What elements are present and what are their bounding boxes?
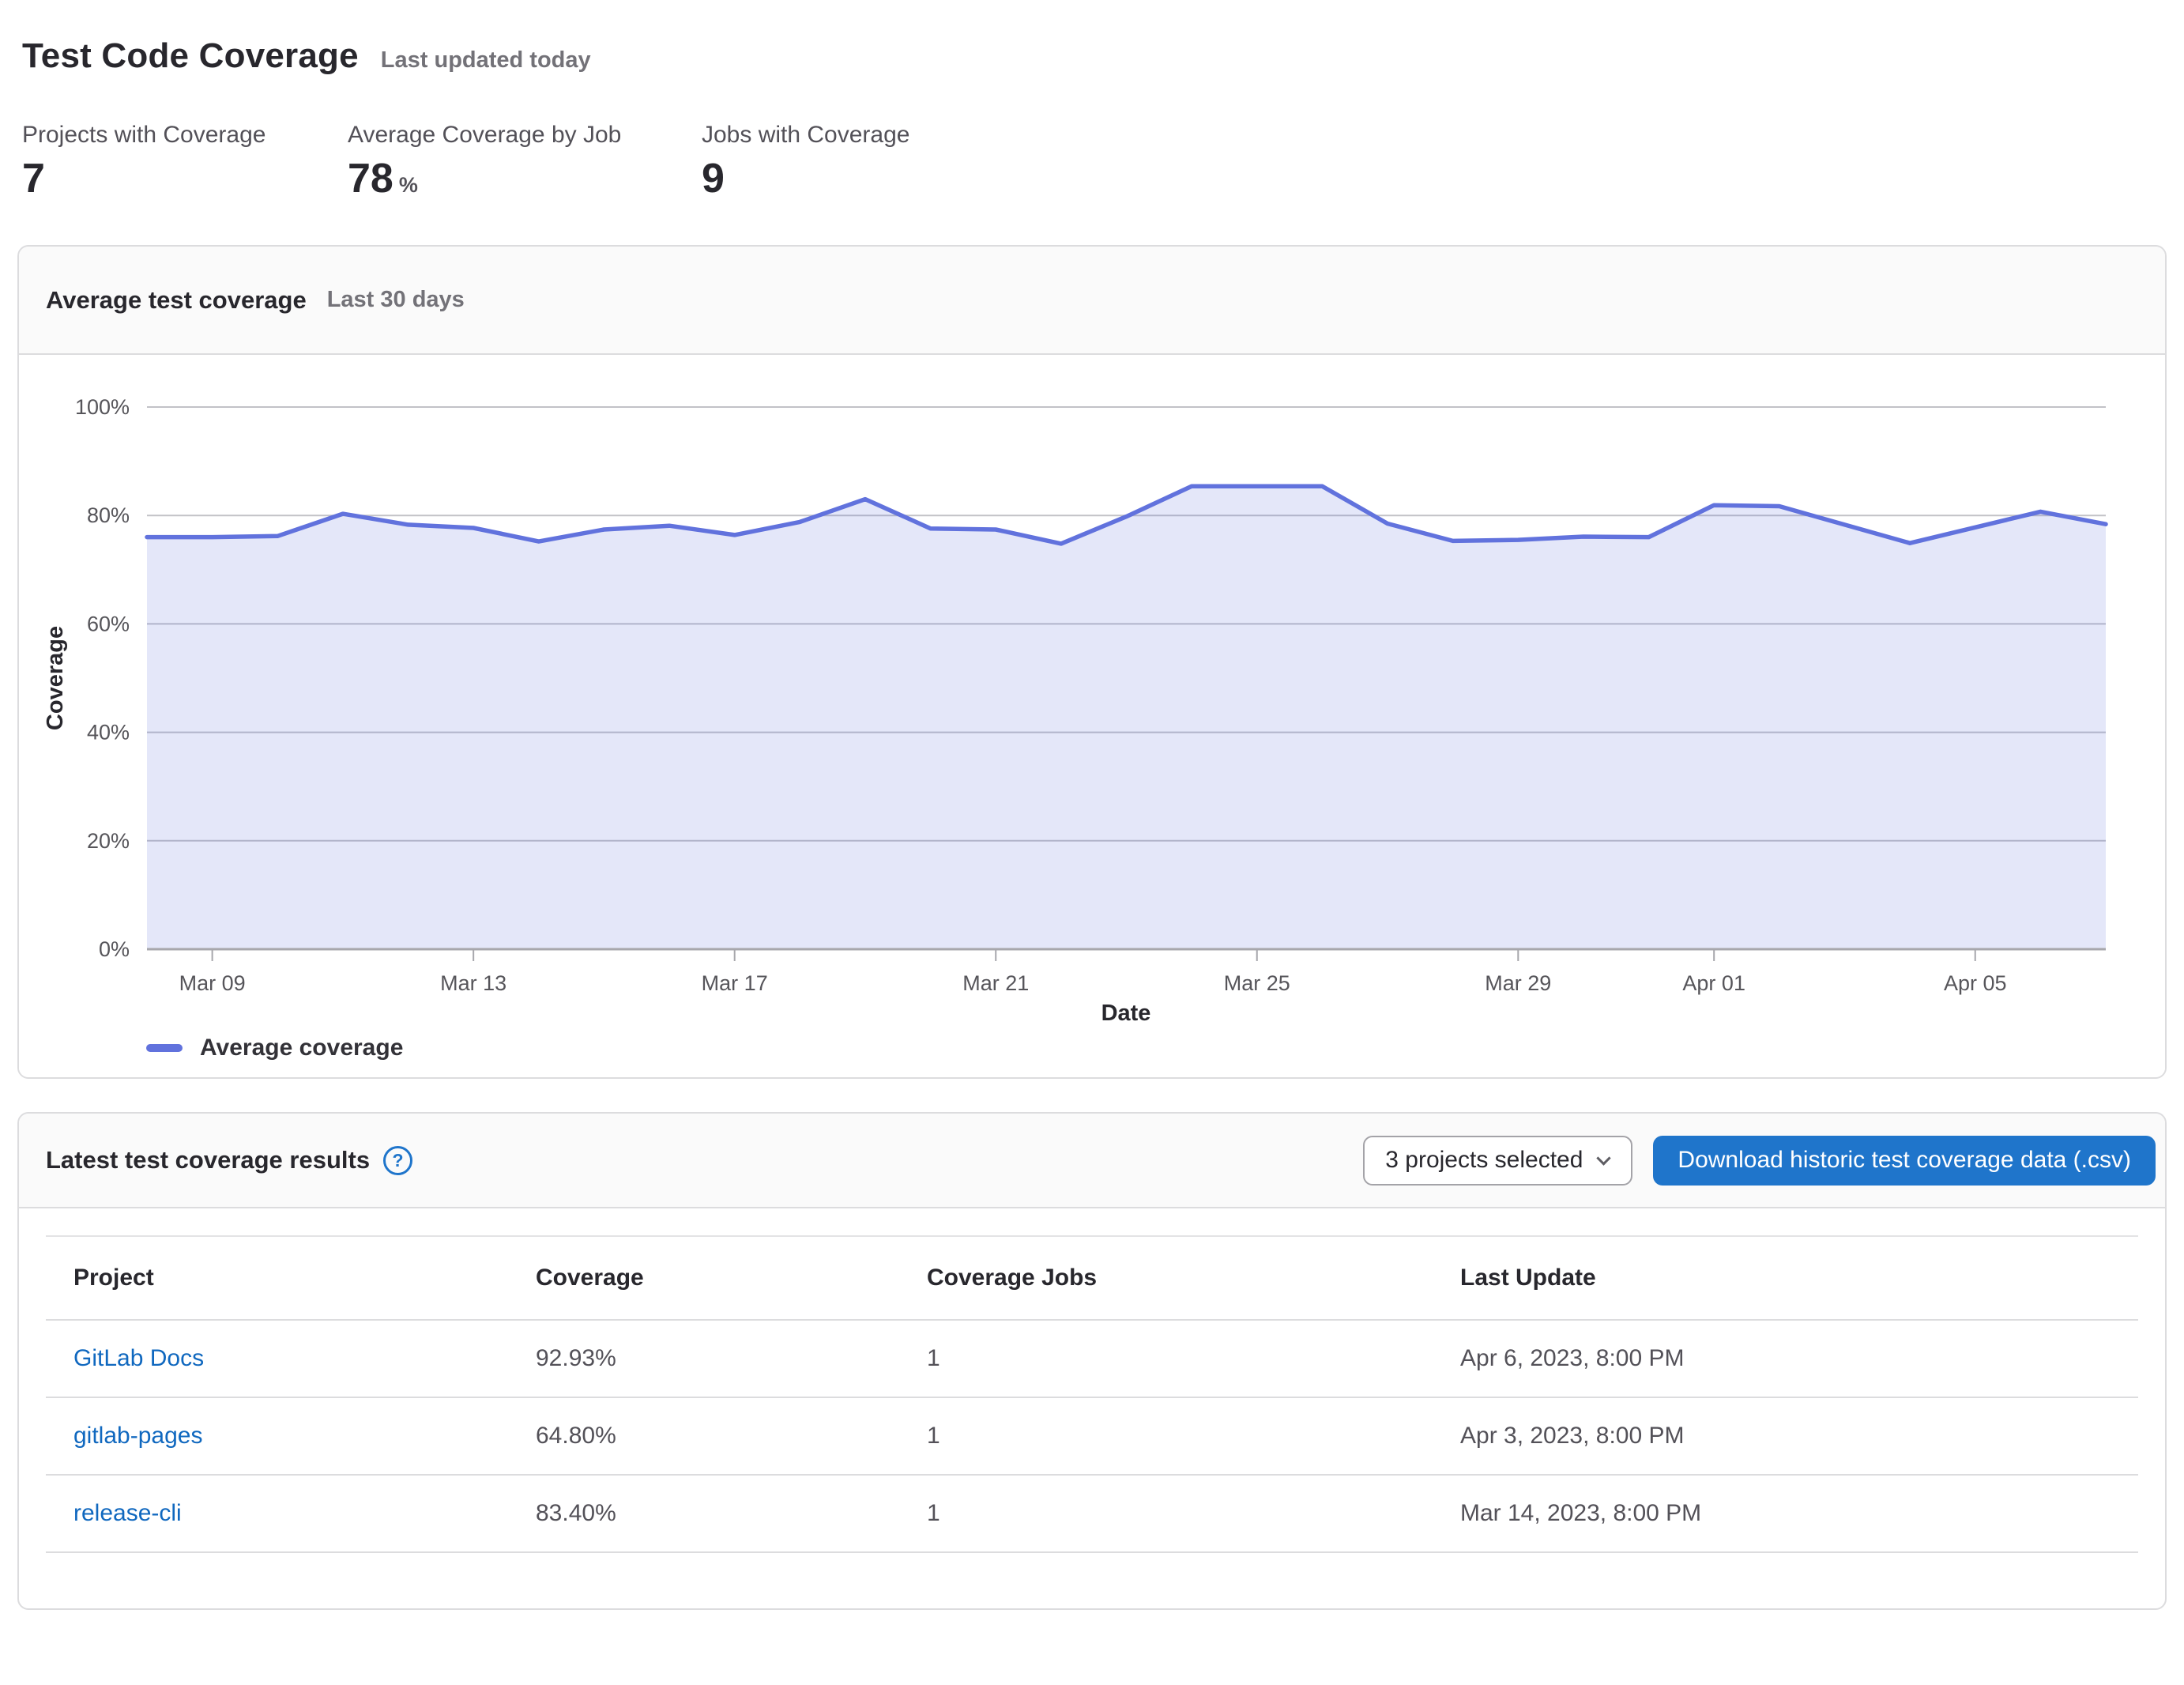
metric-value: 78 bbox=[348, 156, 393, 201]
x-tick-label: Mar 17 bbox=[702, 971, 768, 995]
average-test-coverage-card: Average test coverage Last 30 days 0% 20%… bbox=[17, 245, 2167, 1079]
cell-last-update: Apr 6, 2023, 8:00 PM bbox=[1433, 1320, 2138, 1397]
metric-jobs-with-coverage: Jobs with Coverage 9 bbox=[702, 122, 1027, 201]
x-tick-label: Mar 21 bbox=[962, 971, 1029, 995]
cell-coverage-jobs: 1 bbox=[899, 1397, 1433, 1475]
results-card-title: Latest test coverage results bbox=[46, 1146, 370, 1174]
x-tick-label: Mar 29 bbox=[1485, 971, 1551, 995]
chevron-down-icon bbox=[1597, 1151, 1611, 1165]
metric-projects-with-coverage: Projects with Coverage 7 bbox=[22, 122, 348, 201]
last-updated-text: Last updated today bbox=[381, 47, 591, 74]
metric-unit: % bbox=[399, 173, 418, 198]
y-tick-label: 60% bbox=[87, 612, 130, 635]
legend-line-swatch bbox=[146, 1044, 183, 1052]
y-tick-label: 40% bbox=[87, 721, 130, 744]
table-row: gitlab-pages 64.80%1Apr 3, 2023, 8:00 PM bbox=[46, 1397, 2138, 1475]
legend-label: Average coverage bbox=[200, 1035, 403, 1061]
x-axis-title: Date bbox=[1101, 1001, 1151, 1026]
metric-average-coverage-by-job: Average Coverage by Job 78 % bbox=[348, 122, 702, 201]
projects-filter-label: 3 projects selected bbox=[1385, 1147, 1583, 1174]
x-tick-label: Mar 25 bbox=[1224, 971, 1290, 995]
y-tick-label: 80% bbox=[87, 503, 130, 527]
cell-last-update: Apr 3, 2023, 8:00 PM bbox=[1433, 1397, 2138, 1475]
metric-value: 9 bbox=[702, 156, 725, 201]
x-tick-label: Apr 01 bbox=[1682, 971, 1745, 995]
column-header-last-update: Last Update bbox=[1433, 1236, 2138, 1320]
metrics-row: Projects with Coverage 7 Average Coverag… bbox=[22, 122, 2167, 201]
table-header-row: Project Coverage Coverage Jobs Last Upda… bbox=[46, 1236, 2138, 1320]
y-axis-title: Coverage bbox=[43, 626, 68, 730]
cell-last-update: Mar 14, 2023, 8:00 PM bbox=[1433, 1475, 2138, 1552]
x-tick-label: Apr 05 bbox=[1944, 971, 2007, 995]
cell-coverage-jobs: 1 bbox=[899, 1320, 1433, 1397]
chart-legend-item[interactable]: Average coverage bbox=[146, 1030, 2165, 1066]
column-header-coverage: Coverage bbox=[508, 1236, 899, 1320]
table-row: release-cli 83.40%1Mar 14, 2023, 8:00 PM bbox=[46, 1475, 2138, 1552]
results-table-wrap: Project Coverage Coverage Jobs Last Upda… bbox=[19, 1208, 2165, 1608]
table-row: GitLab Docs 92.93%1Apr 6, 2023, 8:00 PM bbox=[46, 1320, 2138, 1397]
coverage-area-chart: 0% 20% 40% 60% 80% 100% Mar 09 Mar 13 Mar 17 Mar… bbox=[19, 355, 2167, 1028]
y-tick-label: 20% bbox=[87, 829, 130, 853]
project-link[interactable]: release-cli bbox=[73, 1500, 182, 1526]
x-tick-label: Mar 13 bbox=[440, 971, 506, 995]
y-tick-label: 100% bbox=[75, 395, 130, 419]
project-link[interactable]: gitlab-pages bbox=[73, 1423, 202, 1449]
download-csv-button[interactable]: Download historic test coverage data (.c… bbox=[1653, 1136, 2156, 1186]
chart-card-period: Last 30 days bbox=[327, 287, 465, 313]
projects-filter-dropdown[interactable]: 3 projects selected bbox=[1363, 1136, 1632, 1186]
chart-body: 0% 20% 40% 60% 80% 100% Mar 09 Mar 13 Mar 17 Mar… bbox=[19, 355, 2165, 1077]
results-card-header: Latest test coverage results ? 3 project… bbox=[19, 1114, 2165, 1208]
metric-label: Jobs with Coverage bbox=[702, 122, 1027, 149]
x-tick-label: Mar 09 bbox=[179, 971, 246, 995]
page-header: Test Code Coverage Last updated today bbox=[22, 36, 2167, 76]
cell-coverage: 83.40% bbox=[508, 1475, 899, 1552]
chart-card-header: Average test coverage Last 30 days bbox=[19, 247, 2165, 355]
cell-coverage: 92.93% bbox=[508, 1320, 899, 1397]
column-header-coverage-jobs: Coverage Jobs bbox=[899, 1236, 1433, 1320]
cell-project: release-cli bbox=[46, 1475, 508, 1552]
cell-project: GitLab Docs bbox=[46, 1320, 508, 1397]
project-link[interactable]: GitLab Docs bbox=[73, 1345, 204, 1371]
chart-card-title: Average test coverage bbox=[46, 286, 307, 315]
cell-coverage: 64.80% bbox=[508, 1397, 899, 1475]
cell-coverage-jobs: 1 bbox=[899, 1475, 1433, 1552]
latest-test-coverage-results-card: Latest test coverage results ? 3 project… bbox=[17, 1112, 2167, 1610]
help-question-icon[interactable]: ? bbox=[383, 1146, 412, 1175]
y-tick-label: 0% bbox=[99, 937, 130, 961]
metric-label: Projects with Coverage bbox=[22, 122, 348, 149]
metric-label: Average Coverage by Job bbox=[348, 122, 702, 149]
results-table: Project Coverage Coverage Jobs Last Upda… bbox=[46, 1235, 2138, 1553]
cell-project: gitlab-pages bbox=[46, 1397, 508, 1475]
metric-value: 7 bbox=[22, 156, 45, 201]
column-header-project: Project bbox=[46, 1236, 508, 1320]
page-title: Test Code Coverage bbox=[22, 36, 359, 76]
